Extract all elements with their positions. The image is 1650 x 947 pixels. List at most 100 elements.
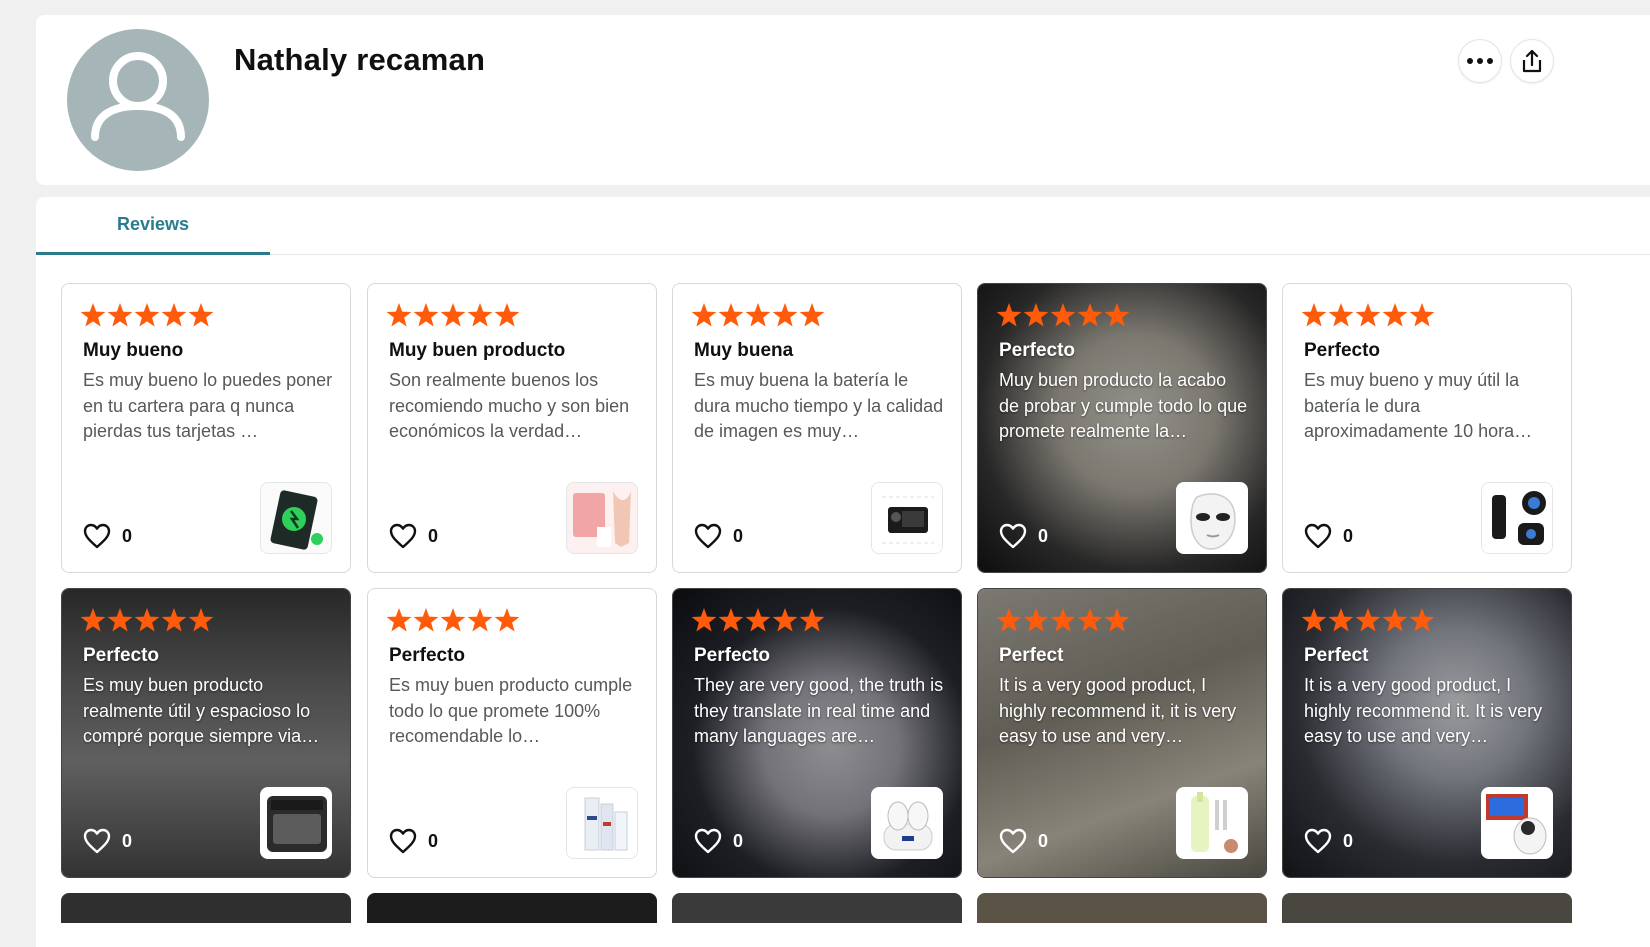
- review-title: Perfecto: [999, 340, 1076, 361]
- review-title: Perfecto: [1304, 340, 1381, 361]
- review-tile[interactable]: Muy bueno Es muy bueno lo puedes poner en…: [61, 283, 351, 573]
- star-icon: [1409, 303, 1435, 327]
- like-button[interactable]: 0: [694, 523, 743, 549]
- review-text: It is a very good product, I highly reco…: [999, 675, 1237, 747]
- star-icon: [1409, 608, 1435, 632]
- star-icon: [1328, 303, 1354, 327]
- review-title: Perfecto: [694, 645, 771, 666]
- star-icon: [386, 608, 412, 632]
- star-rating: [80, 303, 214, 327]
- product-thumbnail[interactable]: [1481, 482, 1553, 554]
- review-tile-peek[interactable]: [61, 893, 351, 923]
- like-count: 0: [733, 525, 744, 546]
- review-tile[interactable]: Perfecto They are very good, the truth is…: [672, 588, 962, 878]
- avatar: [67, 29, 209, 171]
- review-title: Perfecto: [389, 645, 466, 666]
- star-icon: [1023, 303, 1049, 327]
- review-title: Muy buena: [694, 340, 794, 361]
- product-thumbnail[interactable]: [871, 787, 943, 859]
- review-tile-peek[interactable]: [1282, 893, 1572, 923]
- like-button[interactable]: 0: [694, 828, 743, 854]
- star-icon: [996, 303, 1022, 327]
- star-icon: [386, 303, 412, 327]
- product-thumbnail[interactable]: [260, 787, 332, 859]
- star-rating: [996, 608, 1130, 632]
- product-thumbnail[interactable]: [1176, 482, 1248, 554]
- review-text: Es muy buen producto cumple todo lo que …: [389, 675, 633, 747]
- like-button[interactable]: 0: [389, 828, 438, 854]
- like-count: 0: [428, 525, 439, 546]
- product-thumbnail[interactable]: [566, 787, 638, 859]
- car-trunk-mattress-image: [261, 788, 331, 858]
- like-button[interactable]: 0: [999, 828, 1048, 854]
- like-button[interactable]: 0: [999, 523, 1048, 549]
- skincare-set-image: [567, 788, 637, 858]
- review-text: Es muy buena la batería le dura mucho ti…: [694, 370, 944, 442]
- star-icon: [691, 303, 717, 327]
- mini-projector-image: [1482, 788, 1552, 858]
- review-title: Perfecto: [83, 645, 160, 666]
- review-text: Son realmente buenos los recomiendo much…: [389, 370, 630, 442]
- heart-icon: [1304, 828, 1332, 854]
- star-icon: [1023, 608, 1049, 632]
- star-icon: [1328, 608, 1354, 632]
- review-title: Perfect: [1304, 645, 1369, 666]
- review-tile[interactable]: Perfect It is a very good product, I high…: [1282, 588, 1572, 878]
- star-icon: [745, 303, 771, 327]
- review-tile-peek[interactable]: [367, 893, 657, 923]
- like-count: 0: [122, 830, 133, 851]
- review-tile[interactable]: Perfecto Es muy bueno y muy útil la bater…: [1282, 283, 1572, 573]
- star-icon: [1050, 608, 1076, 632]
- star-icon: [1301, 303, 1327, 327]
- product-thumbnail[interactable]: [260, 482, 332, 554]
- review-tile[interactable]: Perfecto Es muy buen producto realmente ú…: [61, 588, 351, 878]
- more-options-button[interactable]: [1459, 40, 1501, 82]
- star-icon: [161, 303, 187, 327]
- product-thumbnail[interactable]: [871, 482, 943, 554]
- star-icon: [1355, 303, 1381, 327]
- star-icon: [691, 608, 717, 632]
- product-thumbnail[interactable]: [566, 482, 638, 554]
- like-count: 0: [1343, 525, 1354, 546]
- user-silhouette-icon: [91, 52, 185, 141]
- star-icon: [996, 608, 1022, 632]
- star-icon: [494, 303, 520, 327]
- profile-name: Nathaly recaman: [234, 42, 486, 77]
- more-horizontal-icon: [1467, 58, 1493, 64]
- share-button[interactable]: [1511, 40, 1553, 82]
- star-rating: [691, 608, 825, 632]
- review-tile-peek[interactable]: [977, 893, 1267, 923]
- review-text: Muy buen producto la acabo de probar y c…: [999, 370, 1248, 442]
- star-icon: [718, 303, 744, 327]
- like-count: 0: [122, 525, 133, 546]
- like-button[interactable]: 0: [389, 523, 438, 549]
- review-tile-peek[interactable]: [672, 893, 962, 923]
- like-button[interactable]: 0: [1304, 523, 1353, 549]
- product-thumbnail[interactable]: [1176, 787, 1248, 859]
- like-button[interactable]: 0: [83, 828, 132, 854]
- like-count: 0: [733, 830, 744, 851]
- star-icon: [1382, 303, 1408, 327]
- star-icon: [1355, 608, 1381, 632]
- review-tile[interactable]: Perfect It is a very good product, I high…: [977, 588, 1267, 878]
- review-tile[interactable]: Perfecto Muy buen producto la acabo de pr…: [977, 283, 1267, 573]
- like-count: 0: [1343, 830, 1354, 851]
- heart-icon: [389, 523, 417, 549]
- review-text: Es muy bueno y muy útil la batería le du…: [1304, 370, 1533, 442]
- star-icon: [107, 303, 133, 327]
- star-icon: [1077, 303, 1103, 327]
- heart-icon: [83, 828, 111, 854]
- review-tile[interactable]: Muy buen producto Son realmente buenos lo…: [367, 283, 657, 573]
- review-tile[interactable]: Muy buena Es muy buena la batería le dura…: [672, 283, 962, 573]
- review-tile[interactable]: Perfecto Es muy buen producto cumple todo…: [367, 588, 657, 878]
- star-icon: [1382, 608, 1408, 632]
- review-text: Es muy buen producto realmente útil y es…: [83, 675, 320, 747]
- star-icon: [440, 303, 466, 327]
- like-button[interactable]: 0: [1304, 828, 1353, 854]
- star-icon: [188, 608, 214, 632]
- product-thumbnail[interactable]: [1481, 787, 1553, 859]
- tab-reviews[interactable]: Reviews: [36, 197, 270, 255]
- like-button[interactable]: 0: [83, 523, 132, 549]
- star-rating: [996, 303, 1130, 327]
- pink-shapewear-image: [567, 483, 637, 553]
